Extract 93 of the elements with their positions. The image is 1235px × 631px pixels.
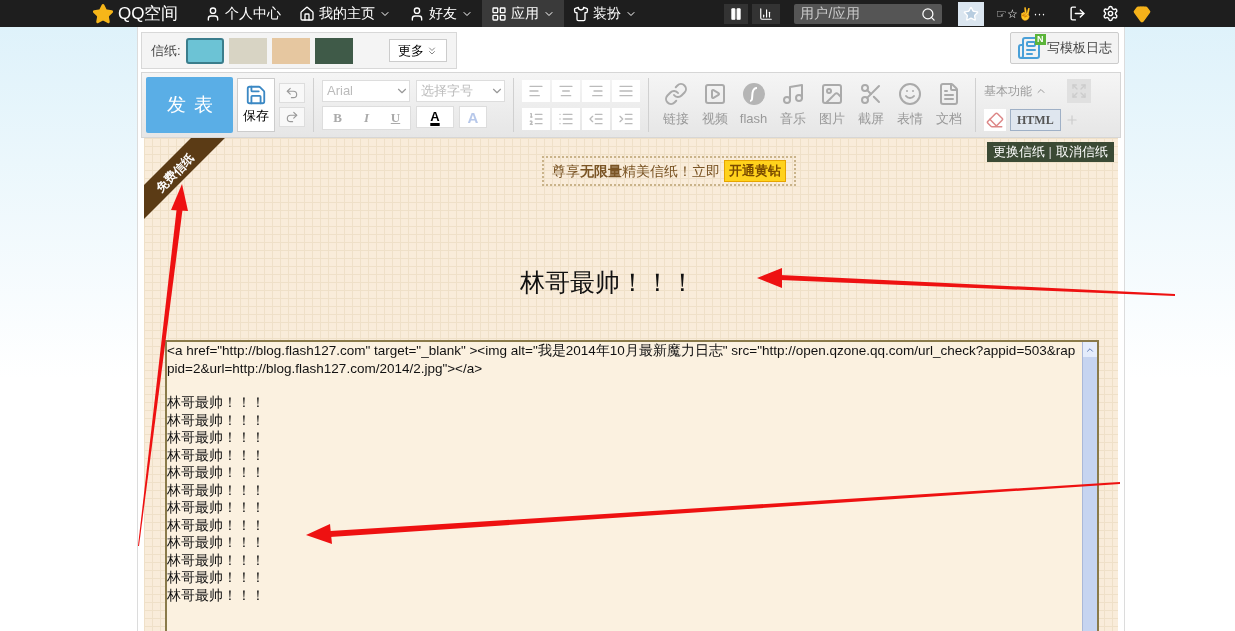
stationery-label: 信纸: [151,41,181,60]
source-line: 林哥最帅！！！ [167,534,266,552]
font-size-select[interactable]: 选择字号 [416,80,505,102]
search-icon [921,6,937,22]
align-center-icon[interactable] [552,80,580,102]
indent-icon[interactable] [612,108,640,130]
chart-button[interactable] [752,3,781,24]
format-button[interactable]: I [352,107,381,129]
nav-item[interactable]: 个人中心 [196,0,291,27]
ribbon-label: 免费信纸 [152,150,197,195]
nav-item[interactable]: 装扮 [564,0,647,27]
stationery-thumbnail[interactable] [314,37,353,64]
undo-icon[interactable] [279,83,305,103]
promo-text: 尊享无限量精美信纸！立即 [552,161,720,181]
align-right-icon[interactable] [582,80,610,102]
insert-button[interactable]: 截屏 [852,81,889,129]
new-badge: N [1035,34,1046,45]
diamond-icon[interactable] [1133,4,1152,23]
pause-button[interactable] [724,3,749,24]
music-note-icon [780,81,805,106]
source-line: 林哥最帅！！！ [167,429,266,447]
pause-icon [729,6,744,21]
insert-button[interactable]: flash [735,81,772,129]
double-chevron-icon [426,44,438,57]
stationery-thumbnail[interactable] [271,37,310,64]
source-line: 林哥最帅！！！ [167,411,266,429]
newspaper-icon [1017,36,1041,60]
source-line: 林哥最帅！！！ [167,586,266,604]
html-source-box[interactable] [165,340,1099,631]
source-code: <a href="http://blog.flash127.com" target="_blank" ><img alt="我是2014年10月最新魔力日志" src="http://open.qzone.qq.com/url_check?appid=503&rappid=2&url=http://blog.flash127.com/2014/2.jpg"></a> [167,342,1077,377]
house-icon [299,5,316,22]
play-icon [702,81,727,106]
logo-text[interactable]: QQ空间 [118,0,179,27]
nav-item[interactable]: 我的主页 [290,0,401,27]
paper-link[interactable]: 更换信纸 [992,142,1045,162]
star-icon [963,5,980,22]
grid-icon [491,5,508,22]
publish-button[interactable]: 发表 [146,77,233,133]
source-line: 林哥最帅！！！ [167,551,266,569]
settings-icon[interactable] [1102,5,1120,22]
justify-icon[interactable] [612,80,640,102]
nav-item[interactable]: 应用 [482,0,565,27]
text-color-button[interactable]: A [416,106,454,128]
search-field[interactable]: 用户/应用 [794,3,943,24]
template-diary-button[interactable]: 写模板日志 N [1010,32,1119,64]
insert-button[interactable]: 音乐 [774,81,811,129]
align-left-icon[interactable] [522,80,550,102]
logout-icon[interactable] [1069,5,1087,22]
source-line: 林哥最帅！！！ [167,394,266,412]
nav-item[interactable]: 好友 [400,0,483,27]
scrollbar[interactable] [1082,342,1097,631]
link-icon [663,81,688,106]
image-icon [819,81,844,106]
flash-icon [741,81,766,106]
basic-functions-toggle[interactable]: 基本功能 [984,82,1047,100]
stationery-thumbnail[interactable] [228,37,267,64]
numbered-list-icon[interactable] [522,108,550,130]
redo-icon[interactable] [279,107,305,127]
source-line: 林哥最帅！！！ [167,516,266,534]
format-button[interactable]: U [381,107,410,129]
source-line: 林哥最帅！！！ [167,481,266,499]
font-select[interactable]: Arial [322,80,410,102]
source-line: 林哥最帅！！！ [167,464,266,482]
shirt-icon [573,5,590,22]
source-line: 林哥最帅！！！ [167,499,266,517]
more-button[interactable]: 更多 [389,39,447,62]
stationery-thumbnail[interactable] [185,37,224,64]
separator: | [1048,143,1052,162]
upgrade-button[interactable]: 开通黄钻 [724,160,786,182]
plus-icon[interactable] [1064,113,1079,127]
fullscreen-icon[interactable] [1067,79,1091,103]
html-mode-button[interactable]: HTML [1010,109,1061,131]
bar-chart-icon [759,6,774,21]
user-name[interactable]: ☞☆✌··· [996,4,1046,23]
source-line: 林哥最帅！！！ [167,446,266,464]
smiley-icon [897,81,922,106]
insert-button[interactable]: 图片 [813,81,850,129]
insert-button[interactable]: 文档 [930,81,967,129]
insert-button[interactable]: 视频 [696,81,733,129]
scissors-icon [858,81,883,106]
text-effect-button[interactable]: A [459,106,487,128]
avatar[interactable] [958,1,985,26]
bullet-list-icon[interactable] [552,108,580,130]
outdent-icon[interactable] [582,108,610,130]
eraser-icon[interactable] [984,109,1006,131]
paper-link[interactable]: 取消信纸 [1056,142,1108,162]
source-line: 林哥最帅！！！ [167,569,266,587]
save-button[interactable]: 保存 [237,78,275,132]
diary-heading: 林哥最帅！！！ [519,267,695,298]
insert-button[interactable]: 链接 [657,81,694,129]
star-logo-icon [92,2,114,25]
format-button[interactable]: B [323,107,352,129]
insert-button[interactable]: 表情 [891,81,928,129]
